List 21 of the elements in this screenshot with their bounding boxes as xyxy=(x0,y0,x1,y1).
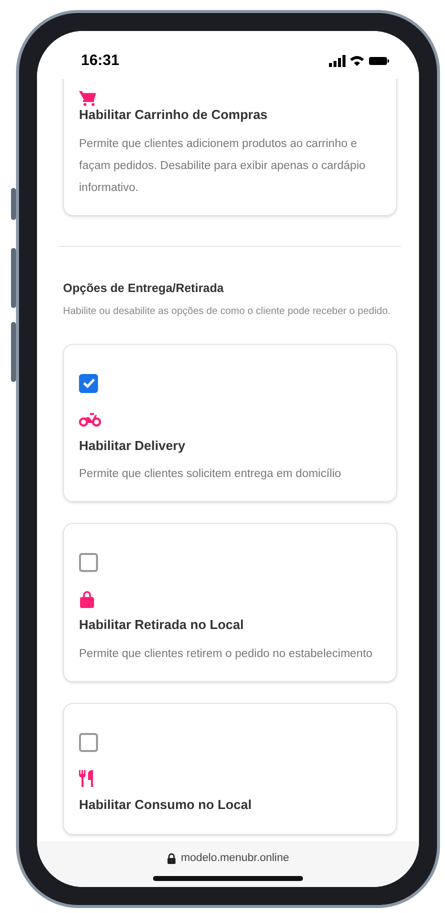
motorcycle-icon xyxy=(79,412,101,427)
option-title: Habilitar Delivery xyxy=(79,436,186,455)
checkmark-icon xyxy=(82,378,94,388)
option-description: Permite que clientes adicionem produtos ao carrinho e façam pedidos. Desabilite para exibir apenas o cardápio informativo. xyxy=(79,136,366,196)
checkbox[interactable] xyxy=(79,732,98,752)
shopping-bag-icon xyxy=(79,590,95,608)
option-description: Permite que clientes solicitem entrega em domicílio xyxy=(79,467,342,482)
checkbox[interactable] xyxy=(79,374,98,392)
url-text[interactable]: modelo.menubr.online xyxy=(180,850,290,866)
utensils-icon xyxy=(79,770,95,787)
checkbox[interactable] xyxy=(79,553,98,572)
cart-icon xyxy=(79,90,97,106)
status-icons xyxy=(329,55,389,67)
option-title: Habilitar Retirada no Local xyxy=(79,616,245,634)
option-description: Permite que clientes retirem o pedido no estabelecimento xyxy=(79,646,374,662)
lock-icon xyxy=(166,852,176,864)
section-title: Opções de Entrega/Retirada xyxy=(63,280,225,296)
section-description: Habilite ou desabilite as opções de como o cliente pode receber o pedido. xyxy=(63,304,392,318)
option-title: Habilitar Carrinho de Compras xyxy=(79,106,269,124)
option-title: Habilitar Consumo no Local xyxy=(79,796,253,814)
status-time: 16:31 xyxy=(81,50,120,71)
